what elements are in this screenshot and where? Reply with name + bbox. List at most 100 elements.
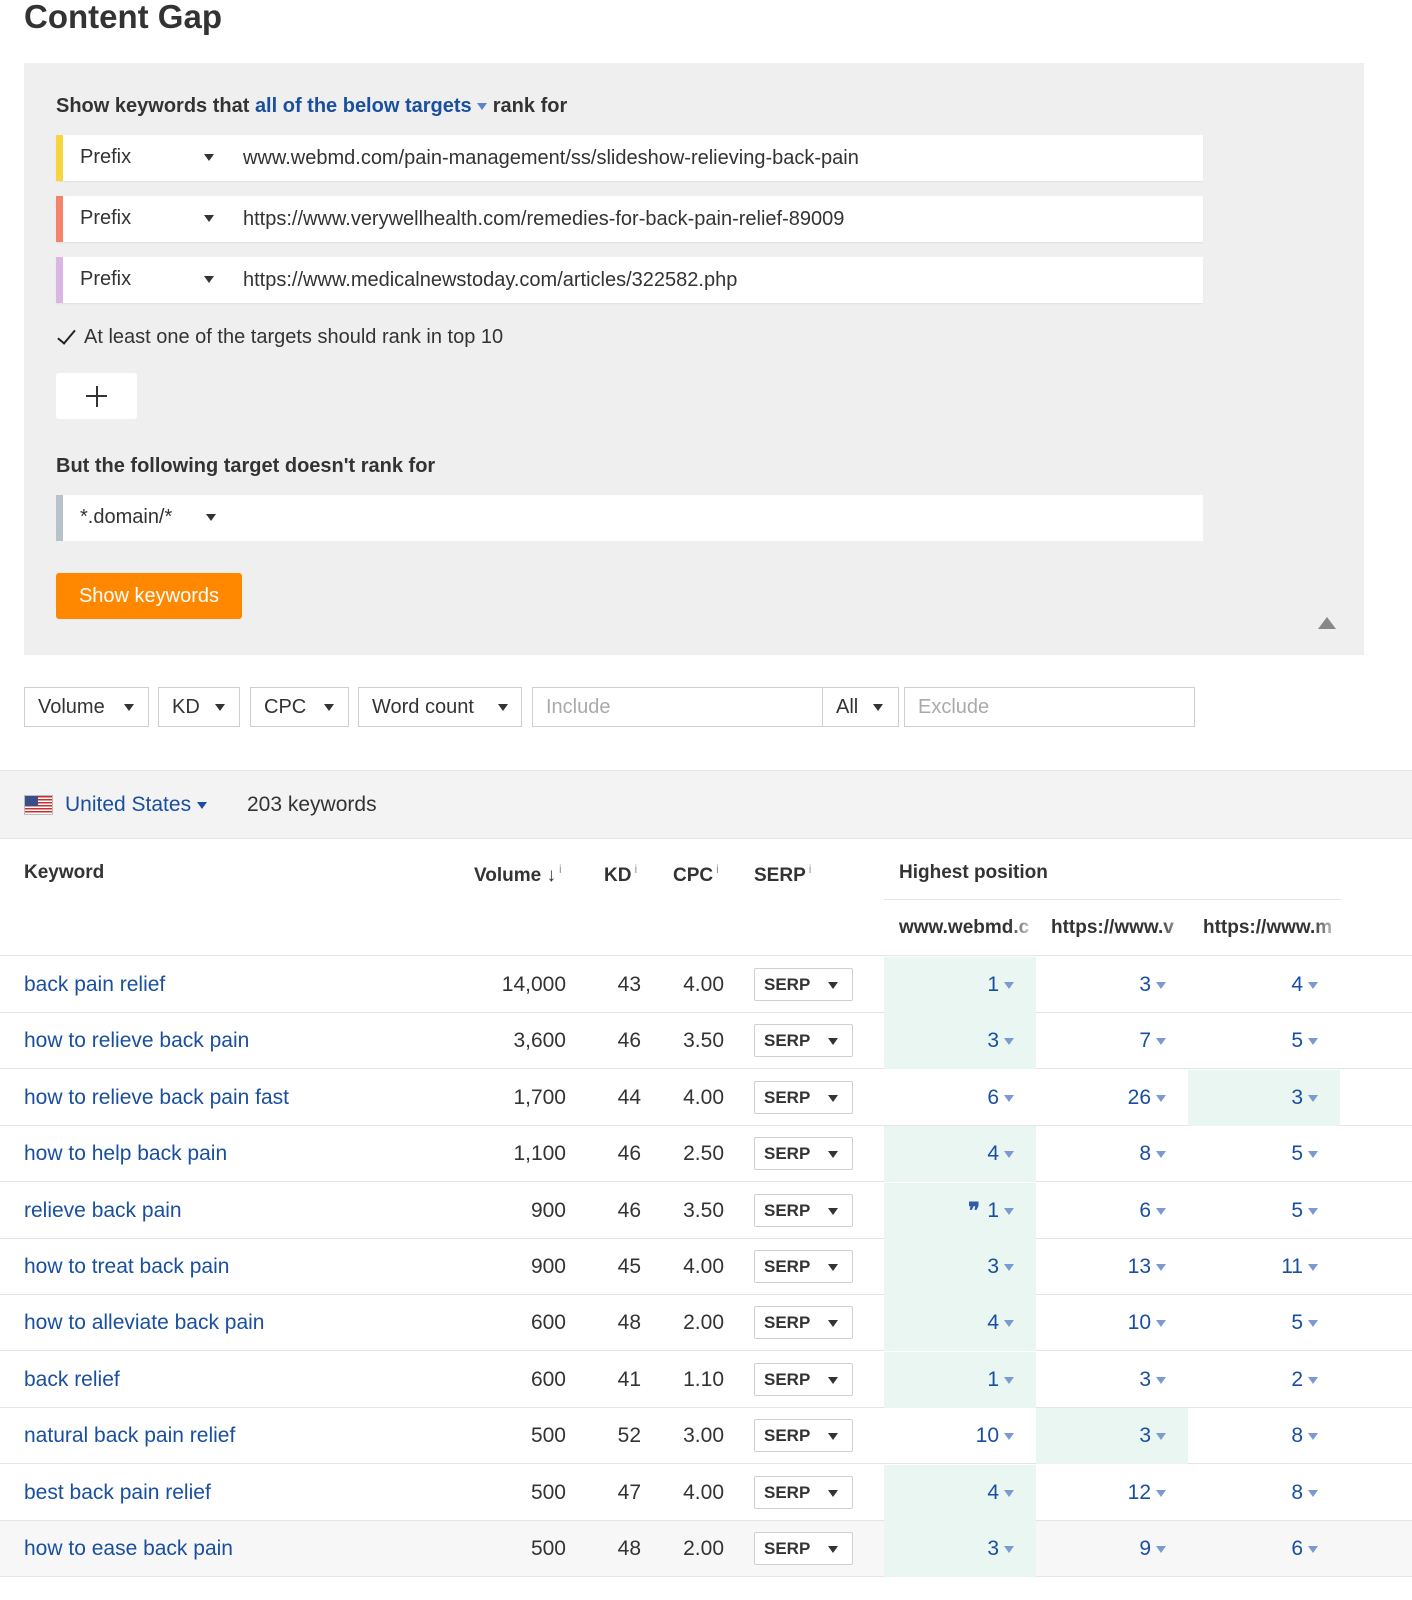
target-color-bar [56,135,63,181]
position-dropdown[interactable]: 12 [1128,1465,1166,1521]
volume-value: 3,600 [513,1029,566,1053]
position-dropdown[interactable]: 5 [1291,1295,1318,1351]
word-count-filter[interactable]: Word count [358,687,522,727]
position-dropdown[interactable]: 5 [1291,1183,1318,1239]
position-dropdown[interactable]: 3 [1139,1352,1166,1408]
include-input[interactable]: Include [532,687,823,727]
position-dropdown[interactable]: 11 [1281,1239,1318,1295]
kd-column-header[interactable]: KD i [604,862,637,887]
position-dropdown[interactable]: 8 [1139,1126,1166,1182]
position-dropdown[interactable]: 5 [1291,1126,1318,1182]
target-url-input[interactable]: https://www.medicalnewstoday.com/article… [243,257,737,303]
cpc-column-header[interactable]: CPC i [673,862,719,887]
exclude-mode-select[interactable]: *.domain/* [80,495,230,541]
serp-button[interactable]: SERP [754,1024,853,1058]
cpc-filter[interactable]: CPC [250,687,349,727]
position-value: 5 [1291,1198,1303,1222]
position-cell: 5 [1188,1126,1340,1182]
serp-button[interactable]: SERP [754,1362,853,1396]
serp-button[interactable]: SERP [754,1137,853,1171]
position-dropdown[interactable]: 8 [1291,1408,1318,1464]
target-mode-select[interactable]: Prefix [80,196,230,242]
position-dropdown[interactable]: 13 [1128,1239,1166,1295]
volume-filter[interactable]: Volume [24,687,149,727]
position-dropdown[interactable]: 3 [1139,1408,1166,1464]
keyword-link[interactable]: best back pain relief [24,1465,211,1521]
target-url-input[interactable]: www.webmd.com/pain-management/ss/slidesh… [243,135,859,181]
position-dropdown[interactable]: 10 [1128,1295,1166,1351]
info-icon[interactable]: i [559,862,562,876]
keyword-link[interactable]: how to treat back pain [24,1239,229,1295]
position-dropdown[interactable]: 9 [1139,1521,1166,1577]
table-row: relieve back pain 900 46 3.50 SERP ❞ 1 6 5 [0,1182,1412,1239]
position-dropdown[interactable]: 5 [1291,1013,1318,1069]
target-mode-select[interactable]: Prefix [80,257,230,303]
cpc-value: 2.00 [683,1311,724,1335]
position-dropdown[interactable]: 4 [987,1295,1014,1351]
position-dropdown[interactable]: 10 [976,1408,1014,1464]
collapse-panel-icon[interactable] [1318,617,1336,629]
keyword-link[interactable]: how to relieve back pain fast [24,1070,289,1126]
serp-button[interactable]: SERP [754,968,853,1001]
position-dropdown[interactable]: 4 [1291,957,1318,1013]
info-icon[interactable]: i [809,862,812,876]
position-cell: 6 [1188,1521,1340,1577]
country-select[interactable]: United States [65,793,208,817]
kd-filter[interactable]: KD [158,687,240,727]
kd-value: 48 [617,1311,641,1335]
serp-button[interactable]: SERP [754,1193,853,1227]
position-dropdown[interactable]: 6 [1139,1183,1166,1239]
position-dropdown[interactable]: 8 [1291,1465,1318,1521]
chevron-down-icon [1004,1263,1014,1271]
keyword-link[interactable]: how to help back pain [24,1126,227,1182]
keyword-link[interactable]: how to relieve back pain [24,1013,249,1069]
position-dropdown[interactable]: 1 [987,957,1014,1013]
volume-column-header[interactable]: Volume ↓ i [474,862,562,887]
serp-button-label: SERP [764,1426,811,1446]
position-dropdown[interactable]: 3 [987,1521,1014,1577]
info-icon[interactable]: i [716,862,719,876]
exclude-input[interactable]: Exclude [904,687,1195,727]
info-icon[interactable]: i [634,862,637,876]
position-dropdown[interactable]: 4 [987,1465,1014,1521]
cpc-filter-label: CPC [264,696,307,718]
serp-button[interactable]: SERP [754,1306,853,1340]
position-dropdown[interactable]: 4 [987,1126,1014,1182]
target-mode-select[interactable]: Prefix [80,135,230,181]
serp-button[interactable]: SERP [754,1419,853,1453]
top10-checkbox[interactable] [56,328,76,348]
position-dropdown[interactable]: 1 [987,1352,1014,1408]
keyword-link[interactable]: back relief [24,1352,120,1408]
position-cell: 4 [884,1464,1036,1521]
serp-button[interactable]: SERP [754,1532,853,1565]
chevron-down-icon [1156,1207,1166,1215]
position-dropdown[interactable]: 6 [1291,1521,1318,1577]
target-mode-dropdown[interactable]: all of the below targets [255,95,488,117]
match-mode-select[interactable]: All [822,687,899,727]
position-dropdown[interactable]: 3 [1139,957,1166,1013]
position-cell: 3 [884,1013,1036,1070]
keyword-link[interactable]: natural back pain relief [24,1408,235,1464]
keyword-link[interactable]: how to alleviate back pain [24,1295,265,1351]
target-url-input[interactable]: https://www.verywellhealth.com/remedies-… [243,196,844,242]
serp-button[interactable]: SERP [754,1250,853,1283]
position-dropdown[interactable]: 2 [1291,1352,1318,1408]
show-keywords-button[interactable]: Show keywords [56,573,242,619]
site-column-header-1[interactable]: www.webmd.c [899,917,1037,939]
position-dropdown[interactable]: 6 [987,1070,1014,1126]
position-dropdown[interactable]: 7 [1139,1013,1166,1069]
position-dropdown[interactable]: 1 [987,1183,1014,1239]
position-dropdown[interactable]: 3 [987,1013,1014,1069]
serp-button[interactable]: SERP [754,1080,853,1114]
keyword-link[interactable]: back pain relief [24,957,165,1013]
serp-button[interactable]: SERP [754,1475,853,1509]
position-dropdown[interactable]: 3 [1291,1070,1318,1126]
chevron-down-icon [828,1376,838,1384]
site-column-header-3[interactable]: https://www.m [1203,917,1341,939]
keyword-link[interactable]: relieve back pain [24,1183,182,1239]
add-target-button[interactable] [56,373,137,419]
keyword-link[interactable]: how to ease back pain [24,1521,233,1577]
position-dropdown[interactable]: 3 [987,1239,1014,1295]
site-column-header-2[interactable]: https://www.v [1051,917,1189,939]
position-dropdown[interactable]: 26 [1128,1070,1166,1126]
